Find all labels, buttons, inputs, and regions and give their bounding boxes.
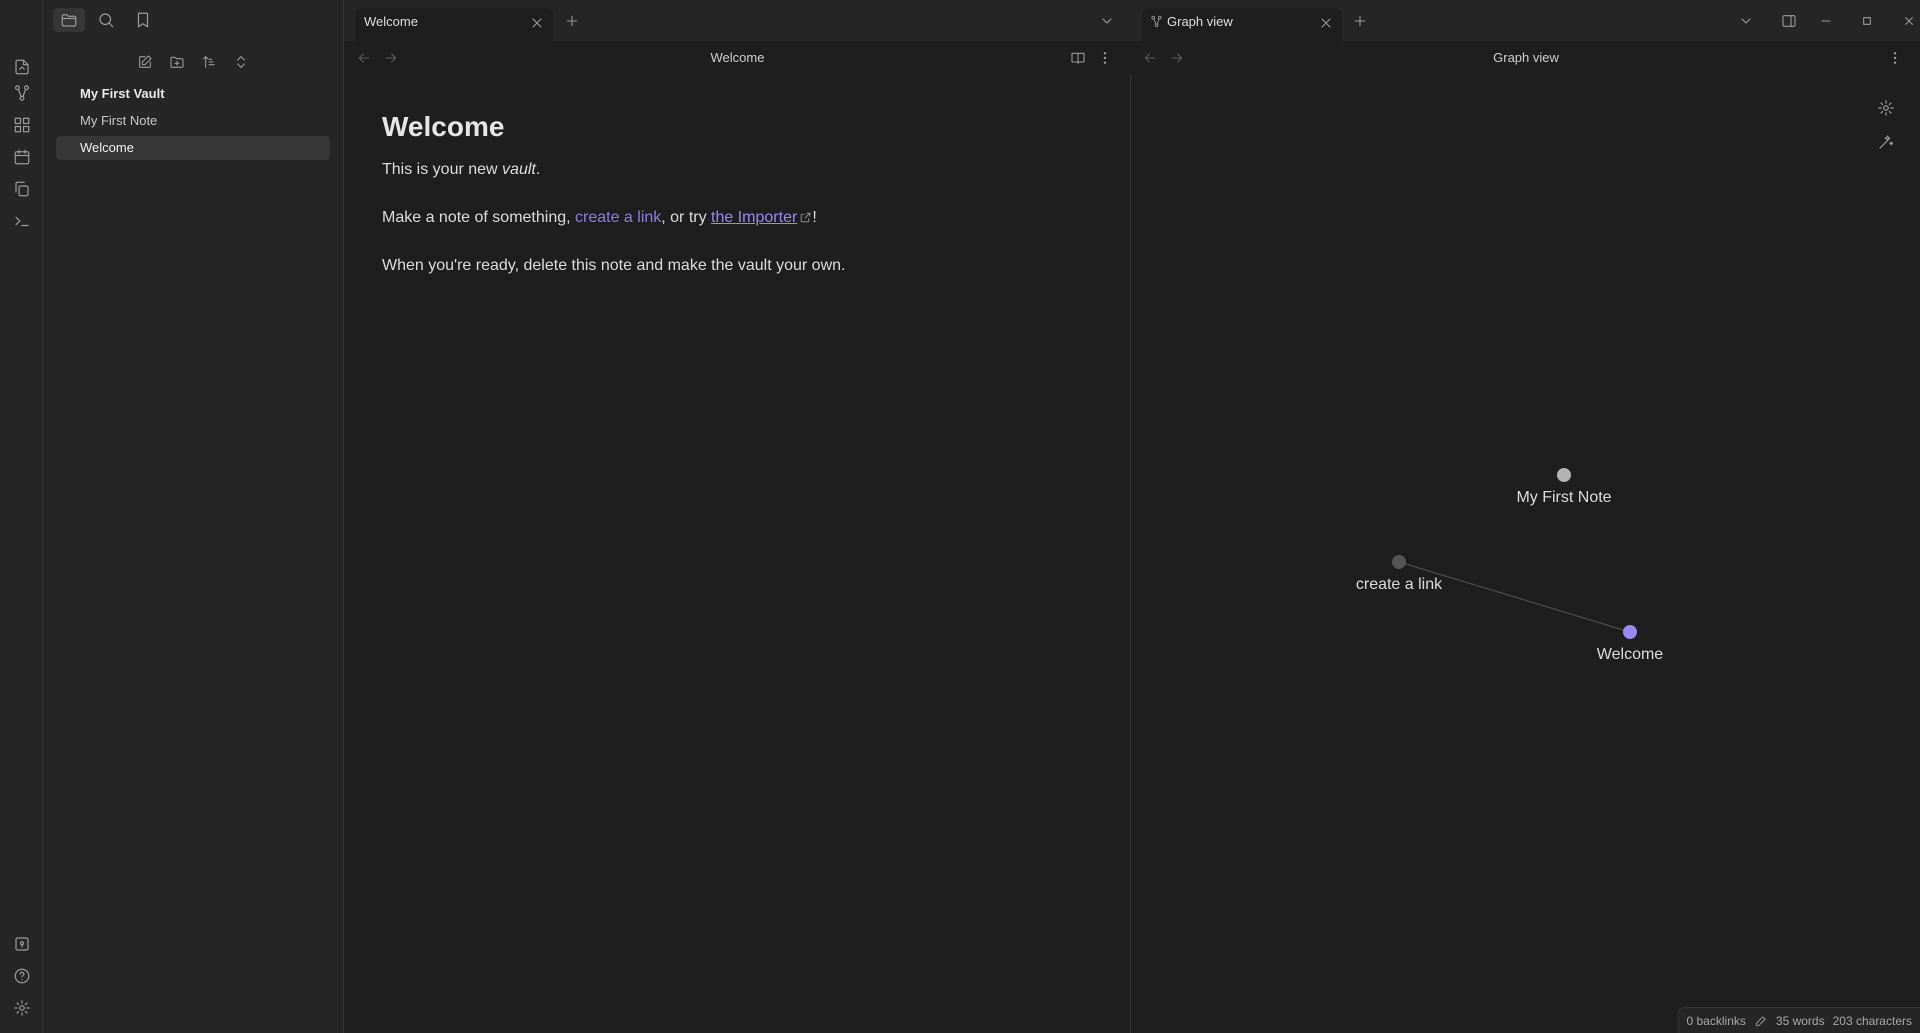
graph-canvas[interactable]: My First Note create a link Welcome	[1132, 75, 1920, 1033]
new-folder-icon[interactable]	[165, 50, 189, 74]
graph-node-my-first-note[interactable]: My First Note	[1516, 468, 1612, 506]
files-icon[interactable]	[53, 8, 85, 32]
new-tab-button[interactable]	[561, 10, 583, 32]
help-icon[interactable]	[12, 966, 32, 986]
minimize-icon[interactable]	[1815, 10, 1837, 32]
bookmarks-icon[interactable]	[127, 8, 159, 32]
editor-view-header: Welcome	[344, 41, 1131, 75]
external-link[interactable]: the Importer	[711, 209, 797, 226]
note-paragraph-1: This is your new vault.	[382, 161, 541, 178]
note-paragraph-2: Make a note of something, create a link,…	[382, 209, 817, 226]
reading-view-icon[interactable]	[1067, 47, 1089, 69]
graph-node-label: Welcome	[1597, 646, 1663, 663]
view-title[interactable]: Welcome	[344, 50, 1131, 65]
graph-view-header: Graph view	[1132, 41, 1920, 75]
ribbon	[0, 0, 43, 1033]
daily-note-icon[interactable]	[12, 147, 32, 167]
file-item-welcome[interactable]: Welcome	[56, 136, 330, 160]
sort-icon[interactable]	[197, 50, 221, 74]
toggle-sidebar-icon[interactable]	[6, 8, 38, 32]
maximize-icon[interactable]	[1856, 10, 1878, 32]
graph-edge	[1398, 561, 1631, 633]
window-close-icon[interactable]	[1898, 10, 1920, 32]
internal-link[interactable]: create a link	[575, 209, 661, 226]
edit-mode-icon[interactable]	[1754, 1014, 1768, 1028]
new-note-icon[interactable]	[133, 50, 157, 74]
graph-view-icon[interactable]	[12, 83, 32, 103]
settings-icon[interactable]	[12, 998, 32, 1018]
left-tab-strip: Welcome	[344, 0, 1132, 41]
templates-icon[interactable]	[12, 179, 32, 199]
tab-list-dropdown-icon[interactable]	[1096, 10, 1118, 32]
external-link-icon	[799, 211, 812, 224]
word-count: 35 words	[1775, 1013, 1825, 1028]
graph-node-label: My First Note	[1516, 489, 1611, 506]
command-palette-icon[interactable]	[12, 211, 32, 231]
close-icon[interactable]	[1318, 15, 1334, 31]
graph-node-welcome[interactable]: Welcome	[1597, 625, 1663, 663]
view-title[interactable]: Graph view	[1132, 50, 1920, 65]
toggle-right-sidebar-icon[interactable]	[1778, 10, 1800, 32]
graph-view-icon	[1150, 15, 1163, 28]
left-sidebar: My First Vault My First Note Welcome	[43, 0, 344, 1033]
search-icon[interactable]	[90, 8, 122, 32]
tab-graph-view[interactable]: Graph view	[1142, 8, 1342, 41]
file-item-my-first-note[interactable]: My First Note	[56, 109, 330, 133]
status-bar: 0 backlinks 35 words 203 characters	[1677, 1007, 1920, 1033]
backlinks-count[interactable]: 0 backlinks	[1687, 1014, 1746, 1028]
close-icon[interactable]	[529, 15, 545, 31]
tab-welcome[interactable]: Welcome	[355, 8, 553, 41]
tab-list-dropdown-icon[interactable]	[1735, 10, 1757, 32]
character-count: 203 characters	[1832, 1013, 1912, 1028]
emphasis-text: vault	[502, 161, 536, 178]
collapse-all-icon[interactable]	[229, 50, 253, 74]
more-options-icon[interactable]	[1094, 47, 1116, 69]
graph-pane[interactable]: My First Note create a link Welcome	[1132, 75, 1920, 1033]
right-tab-strip: Graph view	[1132, 0, 1920, 41]
note-paragraph-3: When you're ready, delete this note and …	[382, 257, 846, 274]
tab-title: Graph view	[1167, 14, 1233, 29]
more-options-icon[interactable]	[1884, 47, 1906, 69]
graph-node-label: create a link	[1356, 576, 1443, 593]
graph-node-create-a-link[interactable]: create a link	[1356, 555, 1443, 593]
vault-switch-icon[interactable]	[12, 934, 32, 954]
editor-pane[interactable]: Welcome This is your new vault. Make a n…	[344, 75, 1131, 1033]
canvas-icon[interactable]	[12, 115, 32, 135]
new-tab-button[interactable]	[1349, 10, 1371, 32]
note-heading: Welcome	[382, 111, 505, 142]
tab-title: Welcome	[364, 14, 418, 29]
vault-name[interactable]: My First Vault	[56, 82, 330, 106]
open-quick-switcher-icon[interactable]	[12, 57, 32, 77]
